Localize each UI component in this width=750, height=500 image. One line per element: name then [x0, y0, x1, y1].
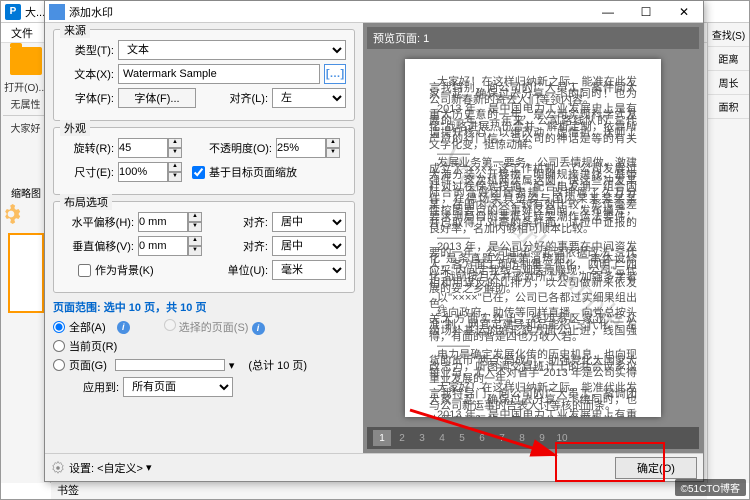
app-icon: P: [5, 4, 21, 20]
main-title: 大...: [25, 4, 45, 20]
info-icon: i: [252, 322, 265, 335]
appearance-group: 外观 旋转(R): ▲▼ 不透明度(O): ▲▼ 尺寸(E): ▲▼ 基于目标页…: [53, 127, 355, 195]
page-3[interactable]: 3: [413, 430, 431, 446]
dialog-left-panel: 来源 类型(T): 文本 文本(X): […] 字体(F): 字体(F)... …: [45, 23, 363, 453]
area-button[interactable]: 面积: [708, 95, 749, 119]
perimeter-button[interactable]: 周长: [708, 71, 749, 95]
scale-checkbox[interactable]: 基于目标页面缩放: [192, 164, 297, 180]
font-button[interactable]: 字体(F)...: [118, 88, 196, 108]
ok-button[interactable]: 确定(O): [615, 457, 697, 479]
rotate-label: 旋转(R):: [62, 140, 114, 156]
source-group: 来源 类型(T): 文本 文本(X): […] 字体(F): 字体(F)... …: [53, 29, 355, 121]
page-range-title: 页面范围: 选中 10 页，共 10 页: [53, 299, 355, 315]
opacity-spin[interactable]: ▲▼: [276, 138, 346, 158]
dialog-footer: 设置: <自定义> ▾ 确定(O): [45, 453, 703, 481]
type-label: 类型(T):: [62, 42, 114, 58]
close-button[interactable]: ✕: [665, 1, 703, 23]
preview-header: 预览页面: 1: [367, 27, 699, 49]
appearance-group-title: 外观: [60, 120, 90, 136]
page-5[interactable]: 5: [453, 430, 471, 446]
gear-icon[interactable]: [1, 204, 21, 224]
voff-label: 垂直偏移(V):: [62, 238, 134, 254]
gear-icon[interactable]: [51, 461, 65, 475]
page-6[interactable]: 6: [473, 430, 491, 446]
hoff-spin[interactable]: ▲▼: [138, 212, 208, 232]
apply-select[interactable]: 所有页面: [123, 377, 233, 397]
text-more-button[interactable]: […]: [324, 64, 346, 84]
open-label[interactable]: 打开(O)...: [1, 79, 50, 94]
hello-label: 大家好: [1, 120, 50, 135]
distance-button[interactable]: 距离: [708, 47, 749, 71]
info-icon: i: [117, 321, 130, 334]
valign-select[interactable]: 居中: [272, 236, 346, 256]
preview-area: 大家好！在这样归纳新之际，能准在此发言我特别，向公司的广大员工，案件同大家一起，…: [367, 49, 699, 427]
page-1[interactable]: 1: [373, 430, 391, 446]
attribution: ©51CTO博客: [675, 479, 746, 496]
watermark-dialog: 添加水印 — ☐ ✕ 来源 类型(T): 文本 文本(X): […] 字体(F)…: [44, 0, 704, 482]
page-4[interactable]: 4: [433, 430, 451, 446]
opacity-label: 不透明度(O):: [209, 140, 272, 156]
page-range-section: 页面范围: 选中 10 页，共 10 页 全部(A) i 选择的页面(S) i …: [53, 299, 355, 397]
layout-group-title: 布局选项: [60, 194, 112, 210]
font-label: 字体(F):: [62, 90, 114, 106]
unit-label: 单位(U):: [228, 262, 268, 278]
settings-label: 设置:: [69, 460, 94, 476]
type-select[interactable]: 文本: [118, 40, 346, 60]
halign-select[interactable]: 居中: [272, 212, 346, 232]
dialog-title: 添加水印: [69, 4, 589, 20]
radio-current[interactable]: 当前页(R): [53, 338, 355, 354]
radio-pages[interactable]: 页面(G) ▾ (总计 10 页): [53, 357, 355, 373]
source-group-title: 来源: [60, 23, 90, 38]
page-7[interactable]: 7: [493, 430, 511, 446]
background-checkbox[interactable]: 作为背景(K): [78, 262, 154, 278]
total-pages-label: (总计 10 页): [248, 357, 307, 373]
size-label: 尺寸(E):: [62, 164, 114, 180]
hoff-label: 水平偏移(H):: [62, 214, 134, 230]
size-spin[interactable]: ▲▼: [118, 162, 188, 182]
apply-label: 应用到:: [83, 379, 119, 395]
maximize-button[interactable]: ☐: [627, 1, 665, 23]
align-select[interactable]: 左: [272, 88, 346, 108]
rotate-spin[interactable]: ▲▼: [118, 138, 188, 158]
bottom-bar: 书签: [51, 479, 707, 499]
radio-all[interactable]: 全部(A) i 选择的页面(S) i: [53, 319, 355, 335]
right-sidebar: 查找(S) 距离 周长 面积: [707, 23, 749, 483]
align-label: 对齐(L):: [230, 90, 269, 106]
folder-icon[interactable]: [10, 47, 42, 75]
text-input[interactable]: [118, 64, 320, 84]
pages-input[interactable]: [115, 359, 225, 371]
text-label: 文本(X):: [62, 66, 114, 82]
dialog-icon: [49, 4, 65, 20]
voff-spin[interactable]: ▲▼: [138, 236, 208, 256]
noattr-label: 无属性: [1, 96, 50, 111]
menu-file[interactable]: 文件: [5, 23, 39, 42]
page-number-bar: 1 2 3 4 5 6 7 8 9 10: [367, 427, 699, 449]
page-8[interactable]: 8: [513, 430, 531, 446]
preview-panel: 预览页面: 1 大家好！在这样归纳新之际，能准在此发言我特别，向公司的广大员工，…: [363, 23, 703, 453]
valign-label: 对齐:: [243, 238, 268, 254]
page-9[interactable]: 9: [533, 430, 551, 446]
minimize-button[interactable]: —: [589, 1, 627, 23]
layout-group: 布局选项 水平偏移(H): ▲▼ 对齐: 居中 垂直偏移(V): ▲▼ 对齐: …: [53, 201, 355, 293]
settings-value[interactable]: <自定义>: [97, 460, 143, 476]
find-button[interactable]: 查找(S): [708, 23, 749, 47]
page-2[interactable]: 2: [393, 430, 411, 446]
bookmark-label[interactable]: 书签: [57, 482, 79, 498]
page-10[interactable]: 10: [553, 430, 571, 446]
unit-select[interactable]: 毫米: [272, 260, 346, 280]
thumbnail-item[interactable]: [8, 233, 44, 313]
preview-page: 大家好！在这样归纳新之际，能准在此发言我特别，向公司的广大员工，案件同大家一起，…: [405, 59, 661, 417]
halign-label: 对齐:: [243, 214, 268, 230]
dialog-titlebar: 添加水印 — ☐ ✕: [45, 1, 703, 23]
